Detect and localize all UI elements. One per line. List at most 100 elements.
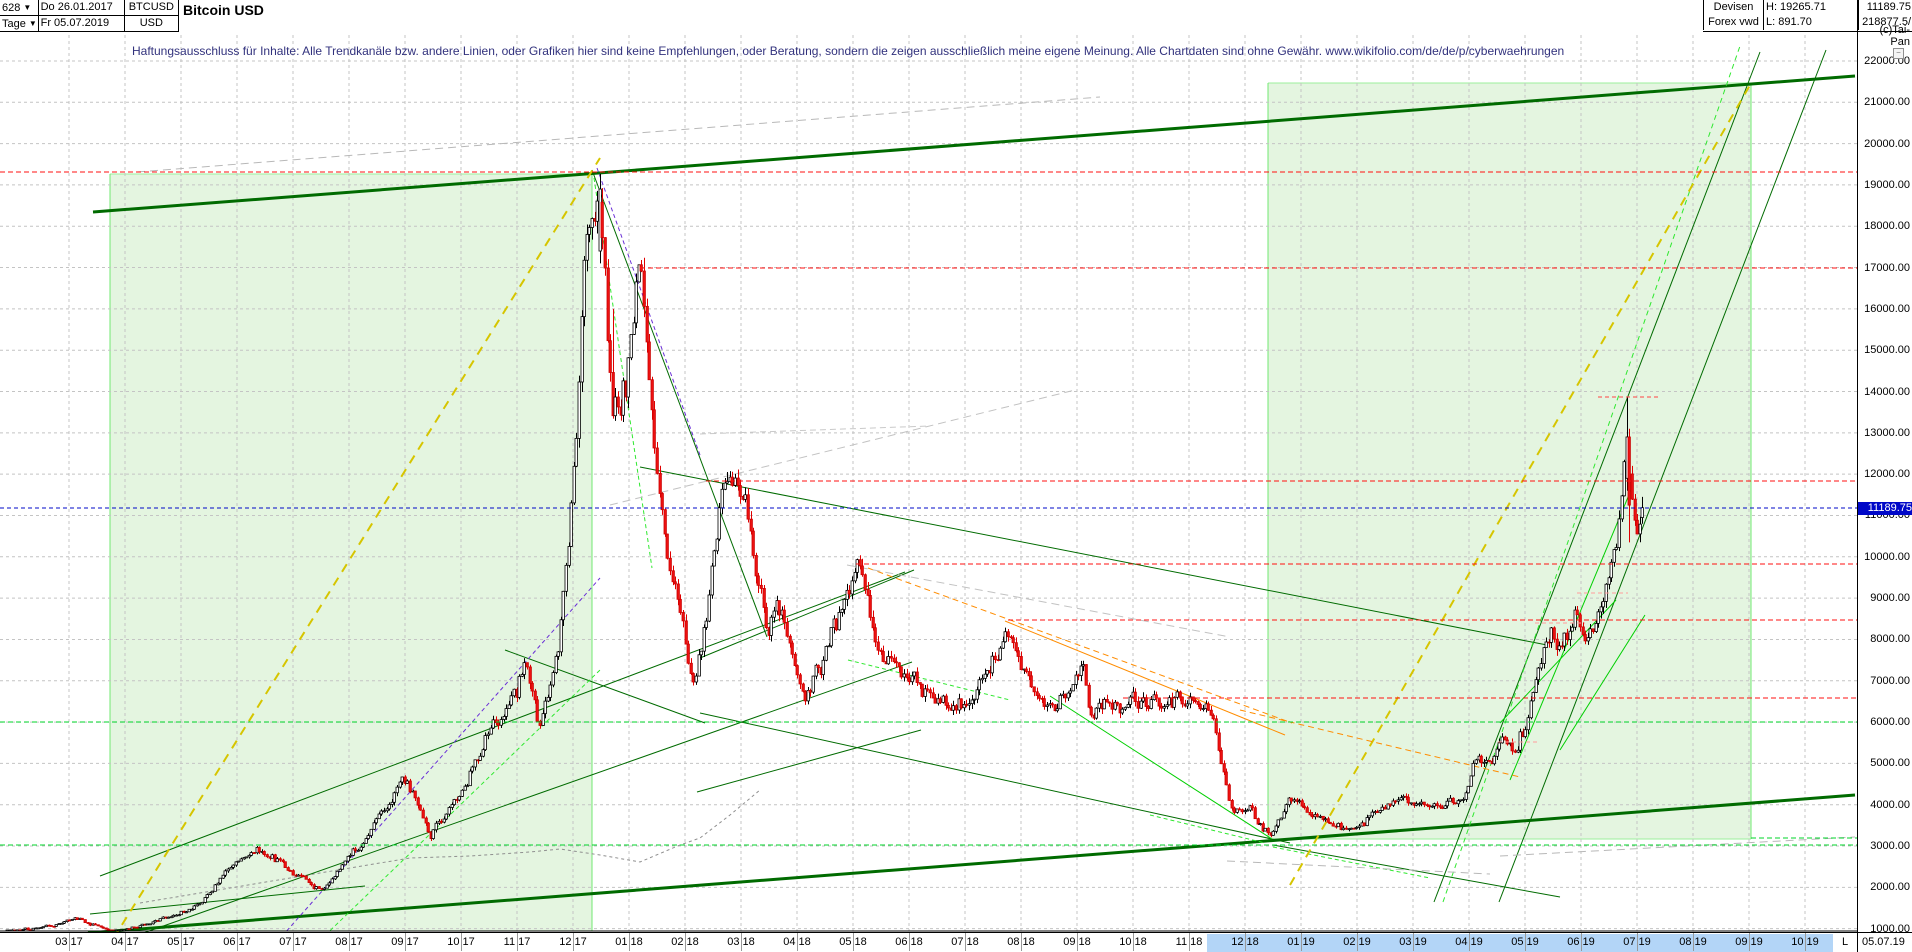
- candle-body: [479, 756, 481, 760]
- candle-body: [841, 609, 843, 612]
- candle-body: [955, 706, 957, 710]
- price-axis[interactable]: 11189.75 22000.0021000.0020000.0019000.0…: [1858, 31, 1912, 932]
- candle-body: [809, 690, 811, 692]
- candle-body: [188, 909, 190, 912]
- candle-body: [1085, 665, 1087, 686]
- candle-body: [588, 228, 590, 235]
- candle-body: [570, 503, 572, 547]
- orange-solid[interactable]: [1005, 621, 1285, 735]
- orange-dash1[interactable]: [868, 568, 1292, 723]
- candle-body: [1350, 828, 1352, 829]
- candle-body: [222, 875, 224, 878]
- candle-body: [960, 699, 962, 708]
- month-label: 07 17: [279, 936, 307, 948]
- month-label: 10 19: [1791, 936, 1819, 948]
- candle-body: [1436, 804, 1438, 806]
- candle-body: [1056, 709, 1058, 711]
- month-label: 01 18: [615, 936, 643, 948]
- candle-body: [705, 621, 707, 627]
- candle-body: [1537, 668, 1539, 680]
- candle-body: [685, 621, 687, 644]
- candle-body: [1493, 756, 1495, 763]
- candle-body: [1410, 803, 1412, 804]
- lime-4[interactable]: [1050, 696, 1272, 839]
- candle-body: [713, 551, 715, 566]
- candle-body: [830, 628, 832, 646]
- candle-body: [796, 666, 798, 675]
- limed-low19a[interactable]: [1150, 815, 1265, 843]
- candle-body: [435, 823, 437, 829]
- candle-body: [1579, 615, 1581, 627]
- candle-body: [872, 617, 874, 627]
- candle-body: [604, 238, 606, 268]
- gray-rise18[interactable]: [610, 390, 1075, 505]
- candle-body: [1358, 826, 1360, 827]
- candle-body: [763, 588, 765, 607]
- candle-body: [911, 676, 913, 682]
- month-label: 10 18: [1119, 936, 1147, 948]
- candle-body: [601, 202, 603, 237]
- candle-body: [1199, 704, 1201, 708]
- candle-body: [292, 871, 294, 875]
- candle-body: [1363, 823, 1365, 826]
- candle-body: [622, 381, 624, 415]
- candle-body: [1223, 764, 1225, 772]
- candle-body: [586, 234, 588, 260]
- price-tick-label: 21000.00: [1858, 96, 1910, 108]
- candle-body: [1621, 496, 1623, 519]
- candle-body: [986, 670, 988, 674]
- candle-body: [396, 787, 398, 793]
- candle-body: [1532, 692, 1534, 700]
- gray-bot1[interactable]: [1227, 861, 1490, 874]
- candle-body: [180, 911, 182, 914]
- candle-body: [578, 382, 580, 438]
- price-chart-canvas[interactable]: [0, 0, 1912, 952]
- gray-top[interactable]: [137, 97, 1100, 172]
- candle-body: [1623, 462, 1625, 496]
- candle-body: [1597, 612, 1599, 624]
- disclaimer-text: Haftungsausschluss für Inhalte: Alle Tre…: [132, 44, 1564, 58]
- candle-body: [1550, 628, 1552, 643]
- feed-label: Forex vwd: [1703, 15, 1764, 30]
- limed-low19b[interactable]: [1273, 847, 1430, 878]
- period-dropdown[interactable]: Tage ▼: [0, 16, 39, 31]
- chart-window: 628 ▼ Do 26.01.2017 BTCUSD Tage ▼ Fr 05.…: [0, 0, 1912, 952]
- candle-body: [1389, 804, 1391, 805]
- candle-body: [1108, 702, 1110, 703]
- price-tick-label: 10000.00: [1858, 551, 1910, 563]
- candle-body: [347, 856, 349, 861]
- ch17-low2[interactable]: [697, 730, 921, 792]
- candle-body: [1251, 806, 1253, 808]
- candle-body: [1514, 751, 1516, 752]
- candle-body: [854, 572, 856, 580]
- candle-body: [890, 656, 892, 658]
- candle-body: [939, 699, 941, 703]
- candle-body: [633, 323, 635, 335]
- low-desc-19[interactable]: [1273, 845, 1560, 897]
- candle-body: [898, 663, 900, 667]
- low18-line[interactable]: [700, 713, 1290, 843]
- candle-body: [458, 796, 460, 800]
- candle-body: [401, 777, 403, 782]
- candle-body: [89, 923, 91, 925]
- time-axis[interactable]: L 05.07.19 03 1704 1705 1706 1707 1708 1…: [0, 932, 1912, 952]
- bars-count-dropdown[interactable]: 628 ▼: [0, 0, 39, 15]
- gray-ma18[interactable]: [847, 565, 1230, 637]
- candle-body: [726, 481, 728, 483]
- candle-body: [1007, 632, 1009, 637]
- candle-body: [471, 767, 473, 771]
- candle-body: [1179, 692, 1181, 697]
- ch17-up2[interactable]: [700, 570, 914, 658]
- candle-body: [443, 819, 445, 822]
- candle-body: [417, 798, 419, 805]
- price-tick-label: 12000.00: [1858, 468, 1910, 480]
- candle-body: [399, 782, 401, 787]
- month-label: 04 19: [1455, 936, 1483, 948]
- collapse-icon[interactable]: −: [1893, 48, 1904, 59]
- candle-body: [669, 558, 671, 571]
- candle-body: [1454, 803, 1456, 804]
- candle-body: [861, 566, 863, 575]
- candle-body: [1311, 815, 1313, 817]
- candle-body: [219, 878, 221, 883]
- candle-body: [721, 489, 723, 507]
